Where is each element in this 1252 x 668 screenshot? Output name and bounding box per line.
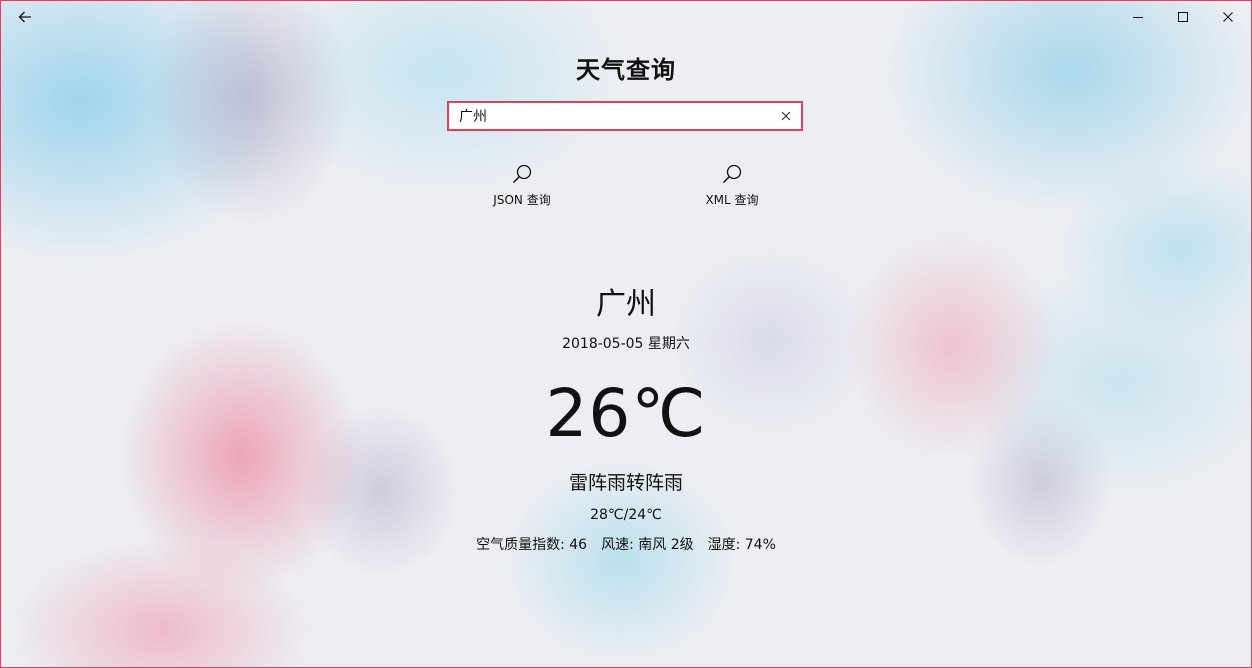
- city-search-box[interactable]: [447, 101, 803, 131]
- clear-x-icon: [781, 111, 791, 121]
- minimize-icon: [1133, 17, 1143, 18]
- xml-query-icon-wrap: [677, 163, 787, 189]
- app-window: 天气查询 JSON 查询 XML 查询 广州 2018-05-05 星期六 26…: [0, 0, 1252, 668]
- maximize-icon: [1178, 12, 1188, 22]
- minimize-button[interactable]: [1115, 1, 1161, 33]
- xml-query-button[interactable]: XML 查询: [677, 163, 787, 215]
- search-icon: [722, 164, 742, 184]
- current-temperature: 26℃: [545, 375, 707, 452]
- city-name: 广州: [596, 287, 656, 322]
- clear-search-button[interactable]: [775, 103, 797, 129]
- search-icon: [512, 164, 532, 184]
- weather-condition: 雷阵雨转阵雨: [568, 472, 683, 494]
- json-query-label: JSON 查询: [493, 193, 551, 207]
- json-query-button[interactable]: JSON 查询: [467, 163, 577, 215]
- city-search-input[interactable]: [459, 103, 769, 129]
- air-quality-index: 空气质量指数: 46: [476, 537, 588, 553]
- close-icon: [1223, 12, 1233, 22]
- close-button[interactable]: [1205, 1, 1251, 33]
- back-button[interactable]: [7, 1, 43, 33]
- weather-date: 2018-05-05 星期六: [562, 336, 690, 352]
- humidity: 湿度: 74%: [707, 537, 776, 553]
- app-title: 天气查询: [576, 56, 676, 84]
- back-arrow-icon: [18, 11, 31, 23]
- weather-details: 空气质量指数: 46 风速: 南风 2级 湿度: 74%: [1, 535, 1251, 555]
- temperature-range: 28℃/24℃: [590, 507, 662, 523]
- maximize-button[interactable]: [1160, 1, 1206, 33]
- wind-speed: 风速: 南风 2级: [601, 537, 694, 553]
- json-query-icon-wrap: [467, 163, 577, 189]
- xml-query-label: XML 查询: [705, 193, 759, 207]
